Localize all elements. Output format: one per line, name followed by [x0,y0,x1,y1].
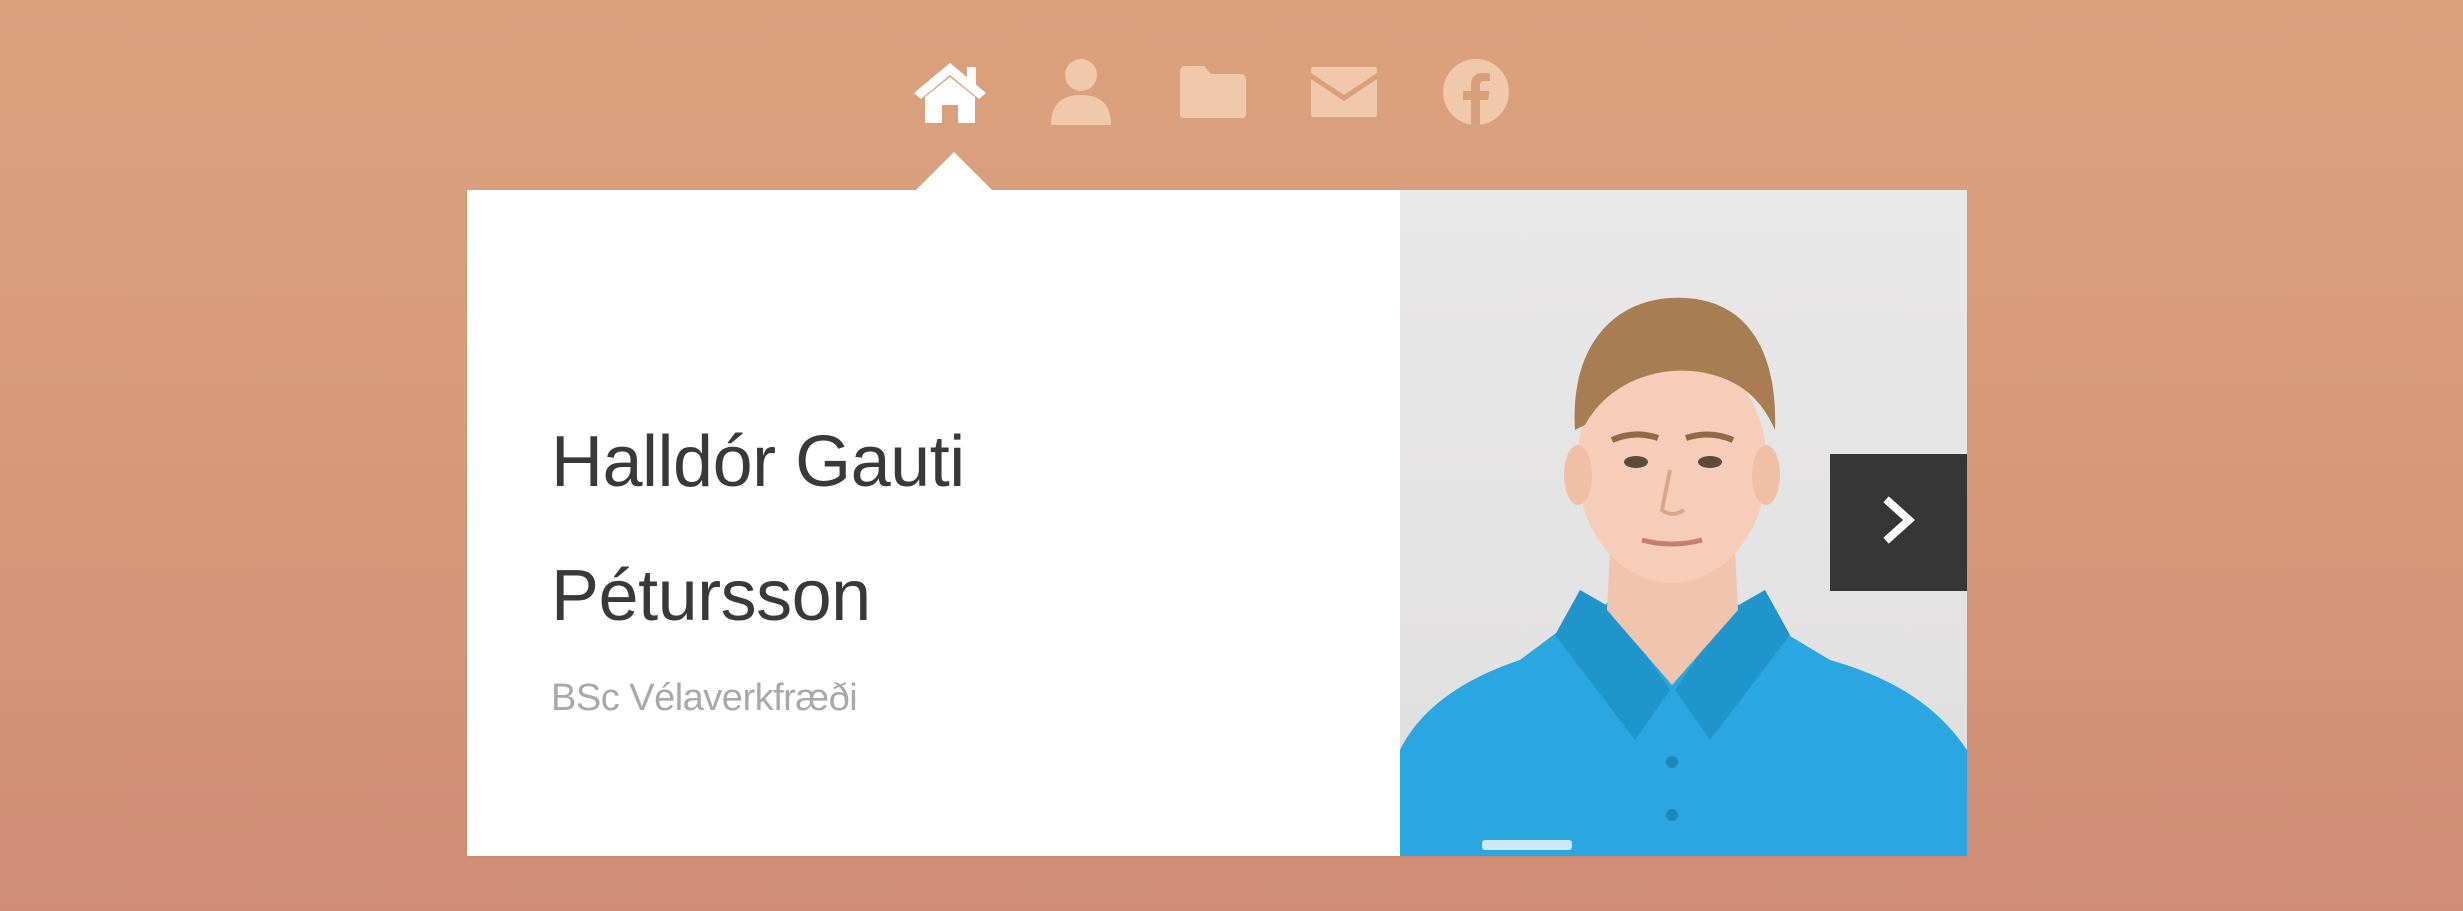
nav-mail[interactable] [1299,52,1389,132]
profile-card: Halldór Gauti Pétursson BSc Vélaverkfræð… [467,190,1967,856]
next-button[interactable] [1830,454,1967,591]
folder-icon [1178,64,1248,120]
home-icon [911,59,989,125]
chevron-right-icon [1881,496,1917,549]
mail-icon [1309,65,1379,119]
nav-facebook[interactable] [1431,52,1521,132]
active-tab-pointer [916,152,992,190]
profile-name-line1: Halldór Gauti [551,422,965,502]
nav-about[interactable] [1036,52,1126,132]
facebook-icon [1442,58,1510,126]
nav-home[interactable] [905,52,995,132]
profile-name: Halldór Gauti Pétursson [551,395,1351,663]
profile-degree: BSc Vélaverkfræði [551,677,858,719]
nav-folder[interactable] [1168,52,1258,132]
profile-text: Halldór Gauti Pétursson BSc Vélaverkfræð… [551,395,1351,720]
user-icon [1049,57,1113,127]
profile-name-line2: Pétursson [551,556,871,636]
